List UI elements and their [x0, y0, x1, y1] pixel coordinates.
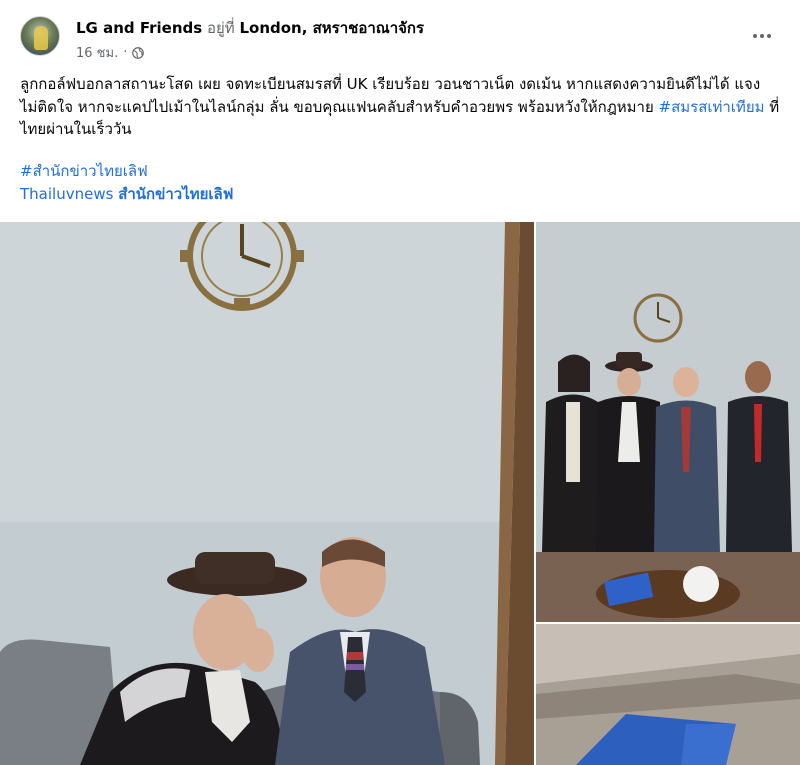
news-page-link[interactable]: สำนักข่าวไทยเลิฟ: [118, 185, 233, 203]
more-options-button[interactable]: [744, 24, 780, 48]
photo-main[interactable]: [0, 222, 534, 765]
post-header: LG and Friends อยู่ที่ London, สหราชอาณา…: [0, 0, 800, 70]
photo-group[interactable]: [536, 222, 800, 622]
author-avatar[interactable]: [20, 16, 60, 56]
thailuvnews-link[interactable]: Thailuvnews: [20, 185, 113, 203]
photo-certificate[interactable]: [536, 624, 800, 765]
globe-icon[interactable]: [132, 46, 145, 59]
author-line: LG and Friends อยู่ที่ London, สหราชอาณา…: [76, 18, 424, 38]
post-time[interactable]: 16 ชม.: [76, 42, 118, 63]
author-name[interactable]: LG and Friends: [76, 19, 202, 37]
photo-grid: [0, 222, 800, 765]
location-link[interactable]: London, สหราชอาณาจักร: [239, 19, 424, 37]
more-options-icon: [753, 34, 771, 38]
at-text: อยู่ที่: [206, 19, 235, 37]
post-text: ลูกกอล์ฟบอกลาสถานะโสด เผย จดทะเบียนสมรสท…: [20, 73, 782, 141]
hashtag-news[interactable]: #สำนักข่าวไทยเลิฟ: [20, 160, 233, 183]
post-body-text: ลูกกอล์ฟบอกลาสถานะโสด เผย จดทะเบียนสมรสท…: [20, 75, 761, 116]
post-meta: 16 ชม. ·: [76, 42, 145, 63]
meta-separator: ·: [123, 45, 128, 60]
hashtag-equal-marriage[interactable]: #สมรสเท่าเทียม: [659, 98, 765, 116]
post-tags: #สำนักข่าวไทยเลิฟ Thailuvnews สำนักข่าวไ…: [20, 160, 233, 206]
